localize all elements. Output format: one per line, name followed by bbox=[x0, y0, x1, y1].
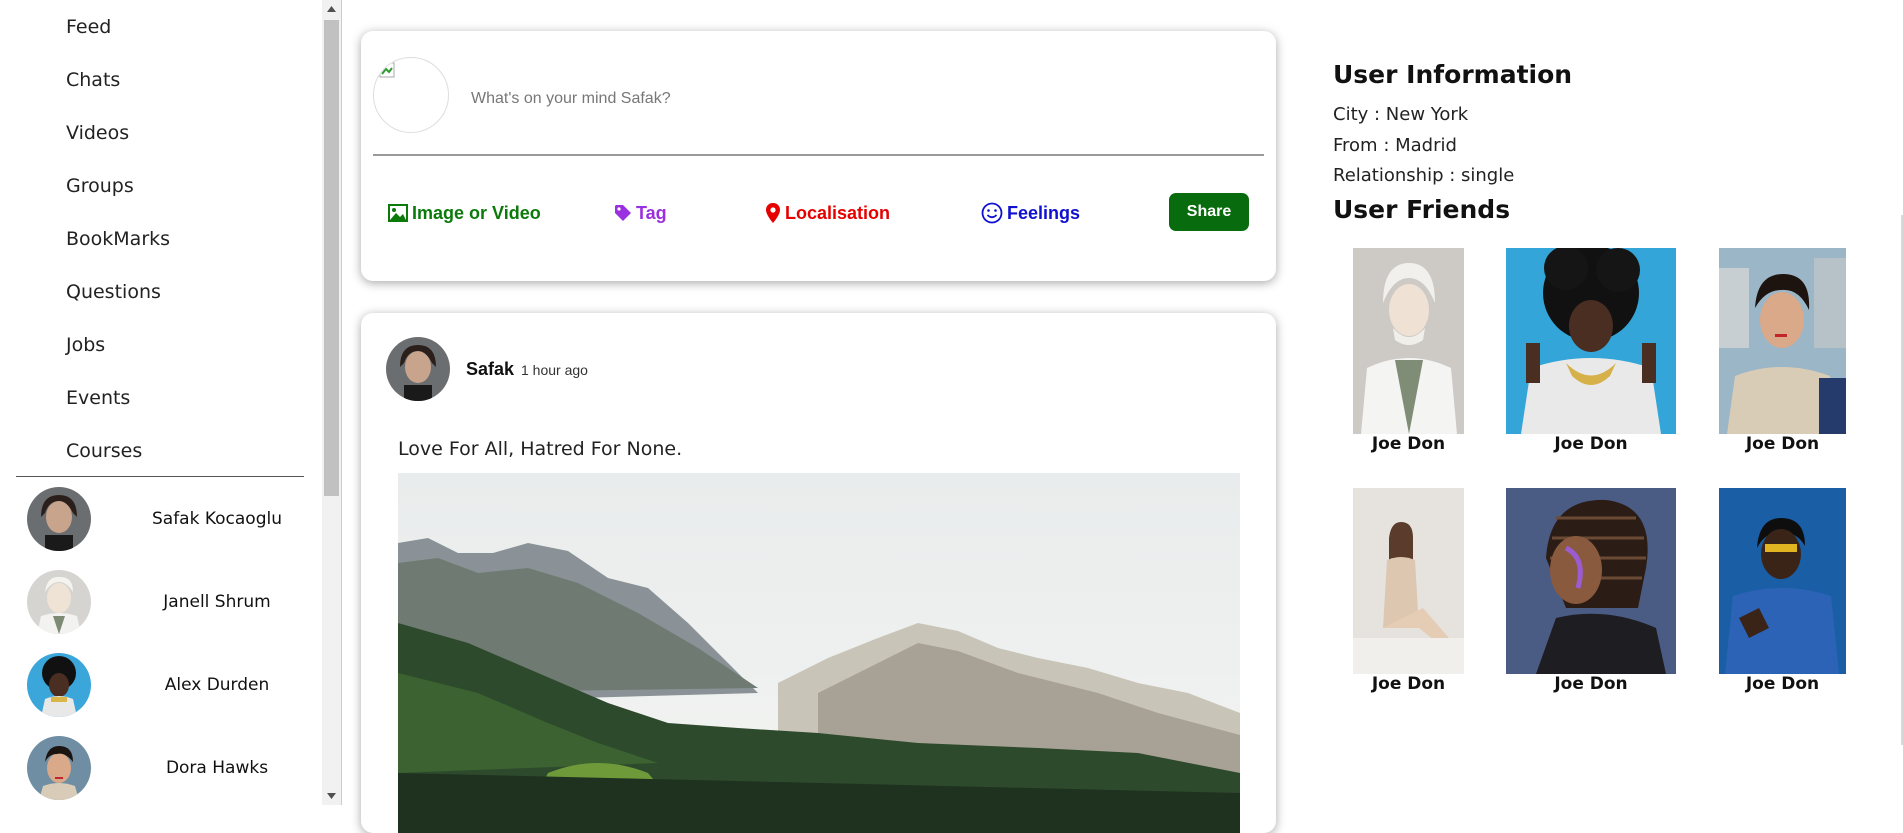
sidebar-friend-alex[interactable]: Alex Durden bbox=[27, 653, 317, 717]
sidebar-divider bbox=[16, 476, 304, 477]
post-timestamp: 1 hour ago bbox=[521, 362, 588, 378]
map-pin-icon bbox=[766, 203, 780, 223]
sidebar-friend-dora[interactable]: Dora Hawks bbox=[27, 736, 317, 800]
friend-card[interactable]: Joe Don bbox=[1719, 248, 1846, 458]
location-label: Localisation bbox=[785, 202, 891, 223]
friend-card[interactable]: Joe Don bbox=[1353, 248, 1464, 458]
mountain-landscape-image bbox=[398, 473, 1240, 833]
friend-card[interactable]: Joe Don bbox=[1506, 248, 1676, 458]
friend-name: Joe Don bbox=[1371, 674, 1446, 694]
menu-item-videos[interactable]: Videos bbox=[66, 118, 129, 148]
scroll-down-arrow-icon[interactable] bbox=[322, 787, 341, 805]
avatar bbox=[27, 570, 91, 634]
menu-item-bookmarks[interactable]: BookMarks bbox=[66, 224, 170, 254]
friend-photo bbox=[1506, 488, 1676, 674]
page-scrollbar[interactable] bbox=[1882, 0, 1903, 805]
friend-name: Safak Kocaoglu bbox=[151, 509, 282, 529]
info-from: From : Madrid bbox=[1333, 135, 1457, 156]
friend-name: Dora Hawks bbox=[165, 758, 269, 778]
sidebar: Feed Chats Videos Groups BookMarks Quest… bbox=[0, 0, 322, 805]
friend-name: Alex Durden bbox=[164, 675, 270, 695]
user-friends-title: User Friends bbox=[1333, 195, 1511, 224]
profile-avatar bbox=[373, 57, 449, 133]
friend-card[interactable]: Joe Don bbox=[1353, 488, 1464, 698]
friend-name: Janell Shrum bbox=[163, 592, 271, 612]
friend-photo bbox=[1353, 488, 1464, 674]
menu-item-courses[interactable]: Courses bbox=[66, 436, 142, 466]
menu-item-chats[interactable]: Chats bbox=[66, 65, 120, 95]
avatar bbox=[27, 487, 91, 551]
tag-label: Tag bbox=[636, 202, 667, 223]
menu-item-groups[interactable]: Groups bbox=[66, 171, 134, 201]
tag-option[interactable]: Tag bbox=[614, 199, 667, 227]
friend-name: Joe Don bbox=[1745, 674, 1820, 694]
avatar bbox=[27, 736, 91, 800]
post-caption: Love For All, Hatred For None. bbox=[398, 438, 683, 460]
composer-divider bbox=[373, 154, 1264, 156]
info-relationship: Relationship : single bbox=[1333, 165, 1515, 186]
menu-item-feed[interactable]: Feed bbox=[66, 12, 111, 42]
friend-photo bbox=[1719, 488, 1846, 674]
status-input[interactable] bbox=[469, 83, 1073, 115]
smiley-icon bbox=[981, 202, 1003, 224]
friend-photo bbox=[1719, 248, 1846, 434]
friend-name: Joe Don bbox=[1554, 434, 1628, 454]
menu-item-questions[interactable]: Questions bbox=[66, 277, 161, 307]
friend-card[interactable]: Joe Don bbox=[1506, 488, 1676, 698]
menu-item-jobs[interactable]: Jobs bbox=[66, 330, 105, 360]
image-icon bbox=[388, 204, 408, 222]
sidebar-scrollbar[interactable] bbox=[322, 0, 341, 805]
post-composer: Image or Video Tag Localisation Feelings… bbox=[361, 31, 1276, 281]
friend-card[interactable]: Joe Don bbox=[1719, 488, 1846, 698]
sidebar-friend-janell[interactable]: Janell Shrum bbox=[27, 570, 317, 634]
info-city: City : New York bbox=[1333, 104, 1469, 125]
friend-photo bbox=[1353, 248, 1464, 434]
right-panel: User Information City : New York From : … bbox=[1333, 0, 1873, 805]
friend-name: Joe Don bbox=[1745, 434, 1820, 454]
menu-item-events[interactable]: Events bbox=[66, 383, 130, 413]
post-card: Safak 1 hour ago Love For All, Hatred Fo… bbox=[361, 313, 1276, 833]
feelings-option[interactable]: Feelings bbox=[981, 199, 1080, 227]
sidebar-friend-safak[interactable]: Safak Kocaoglu bbox=[27, 487, 317, 551]
location-option[interactable]: Localisation bbox=[765, 199, 890, 227]
page-divider bbox=[341, 0, 342, 805]
share-button[interactable]: Share bbox=[1169, 193, 1249, 231]
feelings-label: Feelings bbox=[1007, 202, 1081, 223]
user-information-title: User Information bbox=[1333, 60, 1573, 89]
post-author-name[interactable]: Safak bbox=[466, 359, 514, 380]
scrollbar-thumb[interactable] bbox=[324, 20, 339, 496]
post-author-avatar[interactable] bbox=[386, 337, 450, 401]
image-video-label: Image or Video bbox=[412, 202, 541, 223]
broken-image-icon bbox=[379, 62, 395, 78]
image-video-option[interactable]: Image or Video bbox=[388, 199, 541, 227]
friend-name: Joe Don bbox=[1554, 674, 1628, 694]
scroll-up-arrow-icon[interactable] bbox=[322, 0, 341, 18]
friend-name: Joe Don bbox=[1371, 434, 1446, 454]
friend-photo bbox=[1506, 248, 1676, 434]
tag-icon bbox=[615, 205, 631, 221]
post-photo[interactable] bbox=[398, 473, 1240, 833]
avatar bbox=[27, 653, 91, 717]
